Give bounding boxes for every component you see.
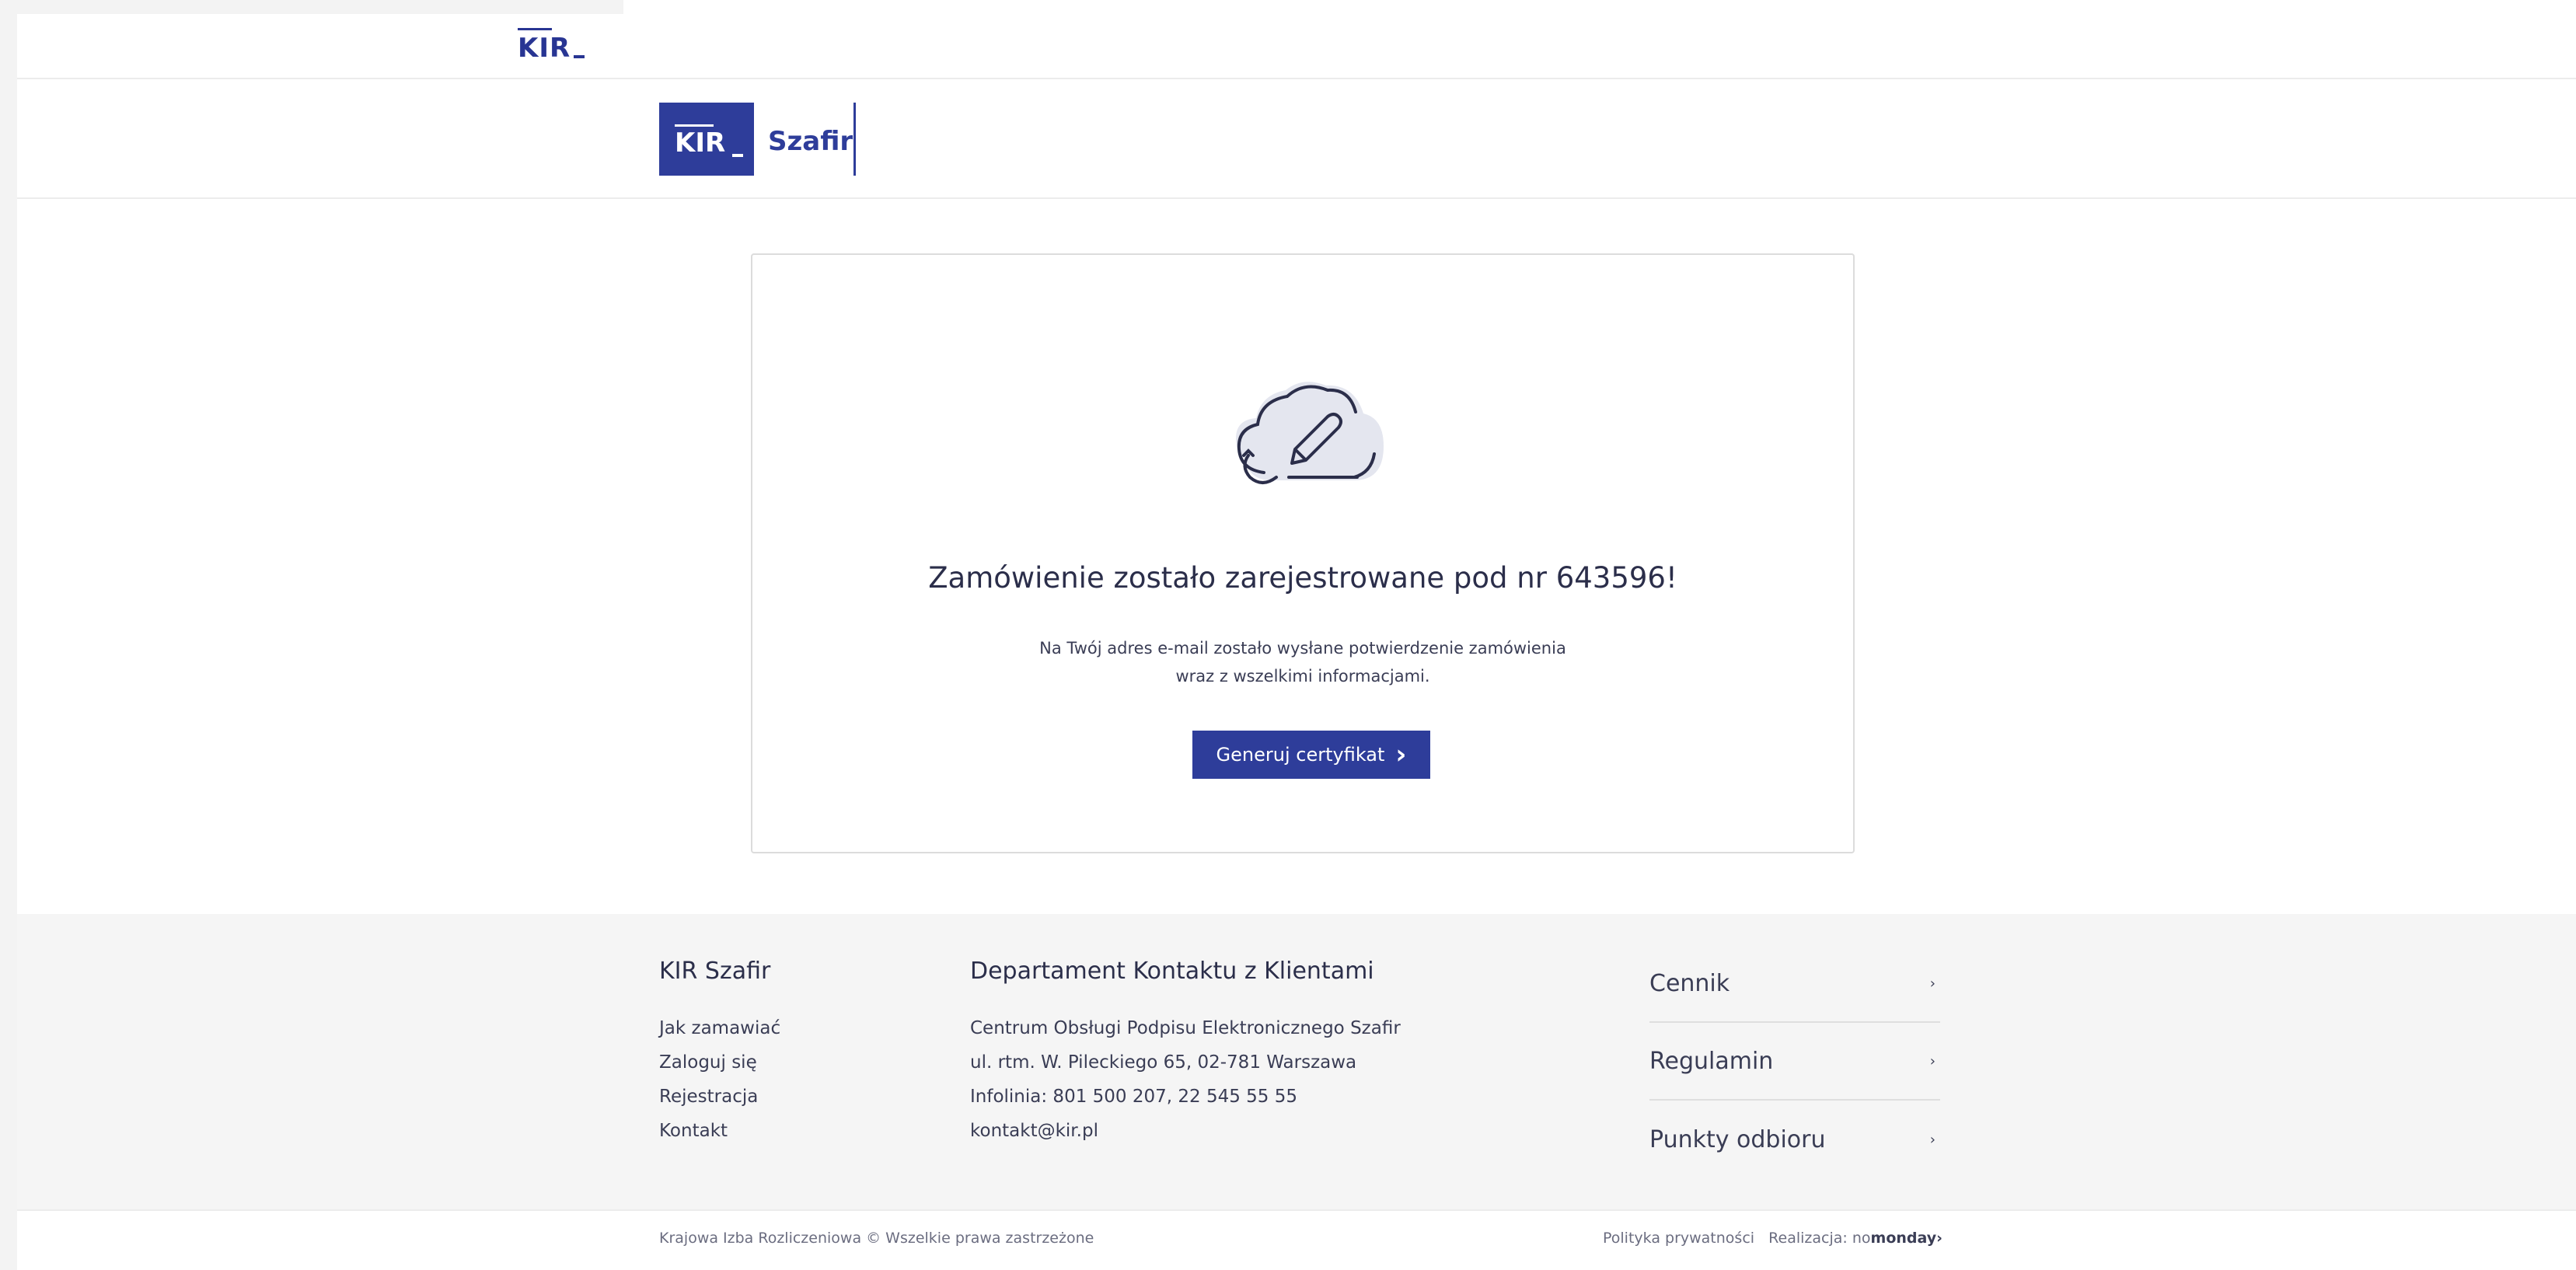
footer-link-kontakt[interactable]: Kontakt [659,1114,780,1148]
kir-top-logo-text: KIR [518,33,571,64]
confirmation-title: Zamówienie zostało zarejestrowane pod nr… [928,561,1677,595]
contact-address: ul. rtm. W. Pileckiego 65, 02-781 Warsza… [970,1052,1357,1073]
generate-certificate-button[interactable]: Generuj certyfikat › [1192,731,1430,779]
cloud-signature-icon [1217,364,1394,496]
chevron-right-icon: › [1929,1052,1935,1069]
privacy-policy-link[interactable]: Polityka prywatności [1603,1230,1754,1247]
footer-links-list: Cennik › Regulamin › Punkty odbioru › [1649,945,1940,1178]
button-label: Generuj certyfikat [1216,744,1385,766]
contact-phone: Infolinia: 801 500 207, 22 545 55 55 [970,1087,1298,1107]
kir-szafir-logo[interactable]: KIR Szafir [659,103,863,176]
link-label: Cennik [1649,969,1730,997]
logo-blue-block: KIR [659,103,754,176]
order-confirmation-card: Zamówienie zostało zarejestrowane pod nr… [751,253,1855,853]
logo-overline [518,28,552,30]
contact-email-link[interactable]: kontakt@kir.pl [970,1114,1401,1148]
chevron-right-icon: › [1936,1230,1942,1247]
realization-label: Realizacja: [1768,1230,1848,1247]
bottom-links: Polityka prywatności Realizacja: nomonda… [1603,1230,1942,1247]
link-label: Regulamin [1649,1047,1774,1075]
footer-column-title: Departament Kontaktu z Klientami [970,958,1374,985]
confirmation-description: Na Twój adres e-mail zostało wysłane pot… [752,634,1853,690]
footer-link-rejestracja[interactable]: Rejestracja [659,1080,780,1114]
logo-name-text: Szafir [768,126,853,157]
chevron-right-icon: › [1929,975,1935,992]
logo-dash [574,55,585,58]
footer-link-regulamin[interactable]: Regulamin › [1649,1023,1940,1101]
footer-column-title: KIR Szafir [659,958,771,985]
description-line-2: wraz z wszelkimi informacjami. [1175,667,1430,686]
logo-dash [732,154,743,157]
footer: KIR Szafir Jak zamawiać Zaloguj się Reje… [17,914,2576,1209]
description-line-1: Na Twój adres e-mail zostało wysłane pot… [1039,639,1566,658]
footer-column-contact: Departament Kontaktu z Klientami Centrum… [970,958,1401,1148]
footer-link-zaloguj[interactable]: Zaloguj się [659,1045,780,1080]
link-label: Punkty odbioru [1649,1125,1826,1153]
logo-overline [675,124,714,127]
footer-link-cennik[interactable]: Cennik › [1649,945,1940,1023]
chevron-right-icon: › [1395,739,1407,770]
contact-center-name: Centrum Obsługi Podpisu Elektronicznego … [970,1018,1401,1038]
logo-divider-line [853,103,856,176]
chevron-right-icon: › [1929,1131,1935,1148]
top-gray-strip [17,0,623,14]
nomonday-no: no [1852,1230,1871,1247]
left-edge-strip [0,0,17,1270]
copyright-text: Krajowa Izba Rozliczeniowa © Wszelkie pr… [659,1230,1094,1247]
footer-column-kir-szafir: KIR Szafir Jak zamawiać Zaloguj się Reje… [659,958,780,1148]
footer-link-jak-zamawiac[interactable]: Jak zamawiać [659,1011,780,1045]
top-bar: KIR [17,14,2576,79]
site-header: KIR Szafir [17,79,2576,199]
kir-top-logo[interactable]: KIR [518,28,585,64]
nomonday-monday: monday [1870,1230,1937,1247]
nomonday-link[interactable]: nomonday› [1852,1230,1942,1247]
logo-mark-text: KIR [675,127,726,159]
page: KIR KIR Szafir Zamówienie zostało zareje… [17,0,2576,1270]
footer-link-punkty-odbioru[interactable]: Punkty odbioru › [1649,1101,1940,1178]
bottom-bar: Krajowa Izba Rozliczeniowa © Wszelkie pr… [17,1209,2576,1270]
